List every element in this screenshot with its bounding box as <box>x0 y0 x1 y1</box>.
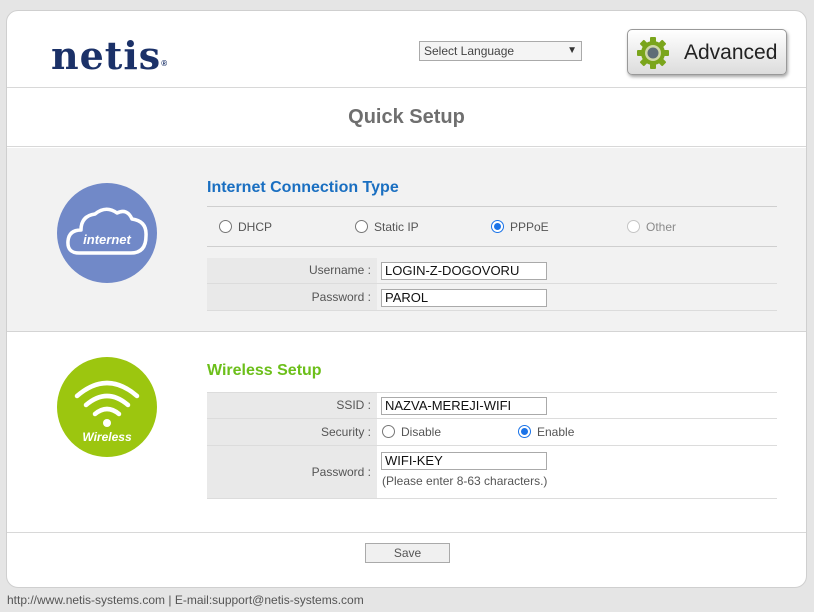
chevron-down-icon: ▼ <box>567 45 577 56</box>
radio-pppoe[interactable]: PPPoE <box>491 219 549 235</box>
save-button[interactable]: Save <box>365 543 450 563</box>
security-row: Security : Disable Enable <box>207 419 777 446</box>
radio-static-ip-circle[interactable] <box>355 220 368 234</box>
pppoe-password-row: Password : PAROL <box>207 284 777 311</box>
username-label: Username : <box>207 258 377 283</box>
username-input[interactable]: LOGIN-Z-DOGOVORU <box>381 262 547 280</box>
pppoe-password-label: Password : <box>207 284 377 310</box>
radio-dhcp[interactable]: DHCP <box>219 219 272 235</box>
ssid-input[interactable]: NAZVA-MEREJI-WIFI <box>381 397 547 415</box>
wireless-section-title: Wireless Setup <box>207 362 322 379</box>
radio-security-disable[interactable]: Disable <box>382 424 441 440</box>
connection-type-group: DHCP Static IP PPPoE Other <box>207 206 777 247</box>
advanced-label: Advanced <box>684 41 778 64</box>
radio-security-disable-circle[interactable] <box>382 425 395 439</box>
radio-security-enable-circle[interactable] <box>518 425 531 439</box>
page-title: Quick Setup <box>7 87 806 147</box>
pppoe-password-input[interactable]: PAROL <box>381 289 547 307</box>
internet-section: internet Internet Connection Type DHCP S… <box>7 148 806 332</box>
wireless-badge: Wireless <box>57 357 157 457</box>
wireless-badge-label: Wireless <box>82 430 132 444</box>
language-select-value: Select Language <box>424 44 515 58</box>
netis-logo: netis® <box>51 33 169 78</box>
radio-pppoe-circle[interactable] <box>491 220 504 234</box>
internet-section-title: Internet Connection Type <box>207 179 399 196</box>
ssid-label: SSID : <box>207 393 377 418</box>
main-panel: netis® Select Language ▼ Advanced Quick … <box>6 10 807 588</box>
language-select[interactable]: Select Language ▼ <box>419 41 582 61</box>
ssid-row: SSID : NAZVA-MEREJI-WIFI <box>207 392 777 419</box>
password-hint: (Please enter 8-63 characters.) <box>382 474 548 488</box>
security-label: Security : <box>207 419 377 445</box>
radio-other-circle <box>627 220 640 234</box>
form-actions: Save <box>7 532 806 587</box>
internet-badge: internet <box>57 183 157 283</box>
radio-other: Other <box>627 219 676 235</box>
wireless-section: Wireless Wireless Setup SSID : NAZVA-MER… <box>7 332 806 532</box>
username-row: Username : LOGIN-Z-DOGOVORU <box>207 258 777 284</box>
radio-security-enable[interactable]: Enable <box>518 424 574 440</box>
gear-icon <box>637 37 669 69</box>
radio-static-ip[interactable]: Static IP <box>355 219 419 235</box>
radio-dhcp-circle[interactable] <box>219 220 232 234</box>
wireless-password-input[interactable]: WIFI-KEY <box>381 452 547 470</box>
wireless-password-row: Password : WIFI-KEY (Please enter 8-63 c… <box>207 446 777 499</box>
advanced-button[interactable]: Advanced <box>627 29 787 75</box>
wireless-password-label: Password : <box>207 446 377 498</box>
internet-badge-label: internet <box>83 232 131 247</box>
header: netis® Select Language ▼ Advanced <box>7 11 806 88</box>
footer-contact: http://www.netis-systems.com | E-mail:su… <box>7 593 364 607</box>
